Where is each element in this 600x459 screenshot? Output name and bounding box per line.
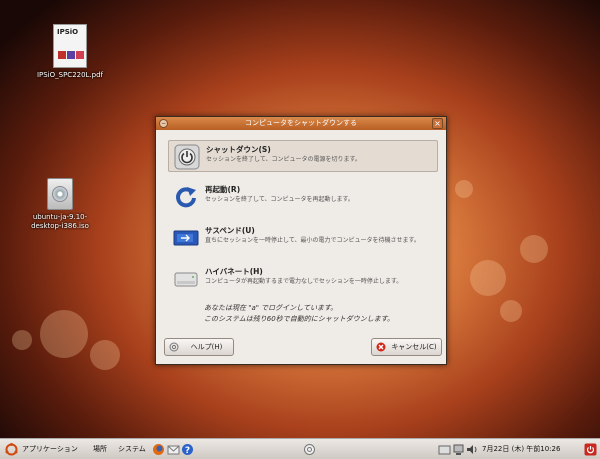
shutdown-dialog: − コンピュータをシャットダウンする × シャットダウン(S) セッションを終了… bbox=[155, 116, 447, 365]
bokeh-light bbox=[12, 330, 32, 350]
option-title: 再起動(R) bbox=[205, 185, 241, 194]
shutdown-option[interactable]: シャットダウン(S) セッションを終了して、コンピュータの電源を切ります。 bbox=[168, 140, 438, 172]
desktop-icon-pdf[interactable]: IPSiO IPSiO_SPC220L.pdf bbox=[30, 24, 110, 80]
network-icon[interactable] bbox=[452, 443, 465, 456]
hibernate-icon bbox=[174, 272, 198, 287]
help-icon bbox=[169, 342, 179, 352]
desktop-icon-label: ubuntu-ja-9.10- bbox=[32, 213, 88, 221]
bokeh-light bbox=[40, 310, 88, 358]
disc-image-icon bbox=[47, 178, 73, 210]
mail-notification-icon[interactable] bbox=[438, 443, 451, 456]
desktop-icon-iso[interactable]: ubuntu-ja-9.10- desktop-i386.iso bbox=[18, 178, 102, 231]
bottom-panel: アプリケーション 場所 システム ? 7月22日 (木) 午前10:26 bbox=[0, 438, 600, 459]
auto-shutdown-text: このシステムは残り60秒で自動的にシャットダウンします。 bbox=[204, 315, 394, 323]
dialog-titlebar: − コンピュータをシャットダウンする × bbox=[156, 117, 446, 130]
close-icon[interactable]: × bbox=[432, 118, 443, 129]
suspend-icon bbox=[173, 230, 199, 246]
help-button-label: ヘルプ(H) bbox=[190, 343, 223, 351]
hibernate-option[interactable]: ハイバネート(H) コンピュータが再起動するまで電力なしでセッションを一時停止し… bbox=[168, 263, 438, 295]
option-title: ハイバネート(H) bbox=[205, 267, 263, 276]
option-title: サスペンド(U) bbox=[205, 226, 255, 235]
option-description: 直ちにセッションを一時停止して、最小の電力でコンピュータを待機させます。 bbox=[205, 237, 420, 244]
logout-notice: あなたは現在 "a" でログインしています。 このシステムは残り60秒で自動的に… bbox=[204, 303, 394, 325]
dialog-title: コンピュータをシャットダウンする bbox=[245, 119, 357, 127]
option-title: シャットダウン(S) bbox=[206, 145, 271, 154]
help-button[interactable]: ヘルプ(H) bbox=[164, 338, 234, 356]
volume-icon[interactable] bbox=[465, 443, 478, 456]
restart-option[interactable]: 再起動(R) セッションを終了して、コンピュータを再起動します。 bbox=[168, 181, 438, 213]
settings-icon[interactable] bbox=[303, 443, 316, 456]
cancel-button-label: キャンセル(C) bbox=[391, 343, 437, 351]
desktop-icon-label: IPSiO_SPC220L.pdf bbox=[36, 71, 104, 79]
clock[interactable]: 7月22日 (木) 午前10:26 bbox=[482, 444, 560, 455]
option-description: コンピュータが再起動するまで電力なしでセッションを一時停止します。 bbox=[205, 278, 403, 285]
places-menu[interactable]: 場所 bbox=[93, 444, 107, 455]
option-description: セッションを終了して、コンピュータの電源を切ります。 bbox=[206, 156, 361, 163]
login-status-text: あなたは現在 "a" でログインしています。 bbox=[204, 304, 338, 312]
bokeh-light bbox=[500, 300, 522, 322]
system-menu[interactable]: システム bbox=[118, 444, 146, 455]
ubuntu-logo-icon bbox=[5, 443, 18, 456]
pdf-file-icon: IPSiO bbox=[53, 24, 87, 68]
desktop-icon-label: desktop-i386.iso bbox=[31, 222, 89, 230]
restart-icon bbox=[176, 187, 196, 208]
suspend-option[interactable]: サスペンド(U) 直ちにセッションを一時停止して、最小の電力でコンピュータを待機… bbox=[168, 222, 438, 254]
bokeh-light bbox=[520, 235, 548, 263]
help-icon[interactable]: ? bbox=[181, 443, 194, 456]
option-description: セッションを終了して、コンピュータを再起動します。 bbox=[205, 196, 354, 203]
power-icon bbox=[174, 144, 200, 170]
bokeh-light bbox=[90, 340, 120, 370]
bokeh-light bbox=[470, 260, 506, 296]
window-menu-icon[interactable]: − bbox=[159, 119, 168, 128]
firefox-icon[interactable] bbox=[152, 443, 165, 456]
cancel-button[interactable]: キャンセル(C) bbox=[371, 338, 442, 356]
cancel-icon bbox=[376, 342, 386, 352]
shutdown-panel-icon[interactable] bbox=[584, 443, 597, 456]
mail-icon[interactable] bbox=[167, 443, 180, 456]
bokeh-light bbox=[455, 180, 473, 198]
svg-text:?: ? bbox=[185, 446, 190, 456]
applications-menu[interactable]: アプリケーション bbox=[22, 444, 78, 455]
